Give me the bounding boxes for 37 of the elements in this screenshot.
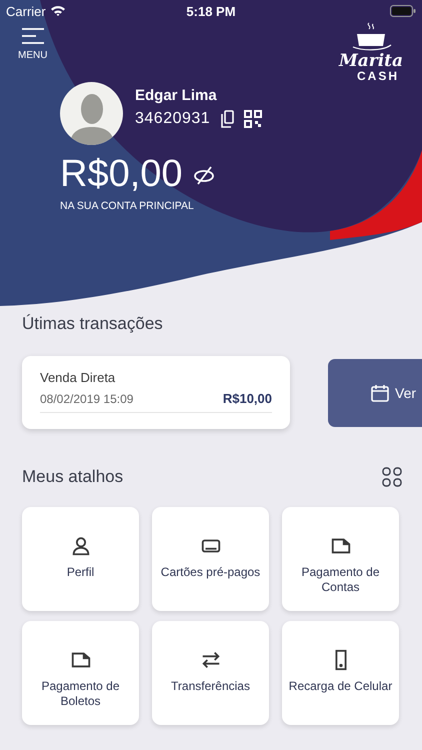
grid-icon	[382, 467, 402, 487]
calendar-icon	[370, 382, 390, 402]
transaction-title: Venda Direta	[40, 370, 116, 385]
hide-balance-button[interactable]	[192, 164, 215, 184]
shortcut-tile[interactable]: Transferências	[152, 621, 269, 725]
copy-icon	[220, 110, 234, 128]
account-number: 34620931	[135, 110, 210, 128]
qr-code-icon	[244, 110, 262, 128]
menu-button[interactable]: MENU	[16, 26, 50, 63]
logo-subtitle: CASH	[356, 70, 399, 83]
balance-caption: NA SUA CONTA PRINCIPAL	[59, 200, 195, 212]
logo-title: Marita	[338, 52, 404, 70]
shortcut-tile[interactable]: Recarga de Celular	[282, 621, 399, 725]
battery-icon	[390, 5, 416, 17]
status-time: 5:18 PM	[186, 4, 236, 18]
person-silhouette-icon	[70, 91, 114, 145]
shortcut-tile[interactable]: Pagamento de Boletos	[22, 621, 139, 725]
person-icon	[70, 535, 92, 557]
transaction-amount: R$10,00	[222, 391, 272, 406]
shortcut-tile[interactable]: Cartões pré-pagos	[152, 507, 269, 611]
section-title: Útimas transações	[22, 314, 164, 334]
copy-button[interactable]	[220, 110, 234, 128]
menu-icon	[20, 28, 45, 44]
transaction-card[interactable]: Venda Direta 08/02/2019 15:09 R$10,00	[22, 356, 290, 429]
carrier-label: Carrier	[6, 4, 46, 18]
balance-amount: R$0,00	[60, 153, 183, 196]
shortcut-tile[interactable]: Pagamento de Contas	[282, 507, 399, 611]
shortcut-tile[interactable]: Perfil	[22, 507, 139, 611]
transfer-icon	[200, 649, 222, 671]
eye-slash-icon	[192, 164, 215, 184]
grid-view-button[interactable]	[382, 467, 402, 487]
wifi-icon	[50, 5, 66, 17]
transaction-date: 08/02/2019 15:09	[40, 392, 134, 406]
section-title: Meus atalhos	[22, 467, 124, 487]
user-name: Edgar Lima	[135, 87, 218, 104]
view-all-button[interactable]: Ver	[328, 358, 422, 426]
qr-code-button[interactable]	[244, 110, 262, 128]
